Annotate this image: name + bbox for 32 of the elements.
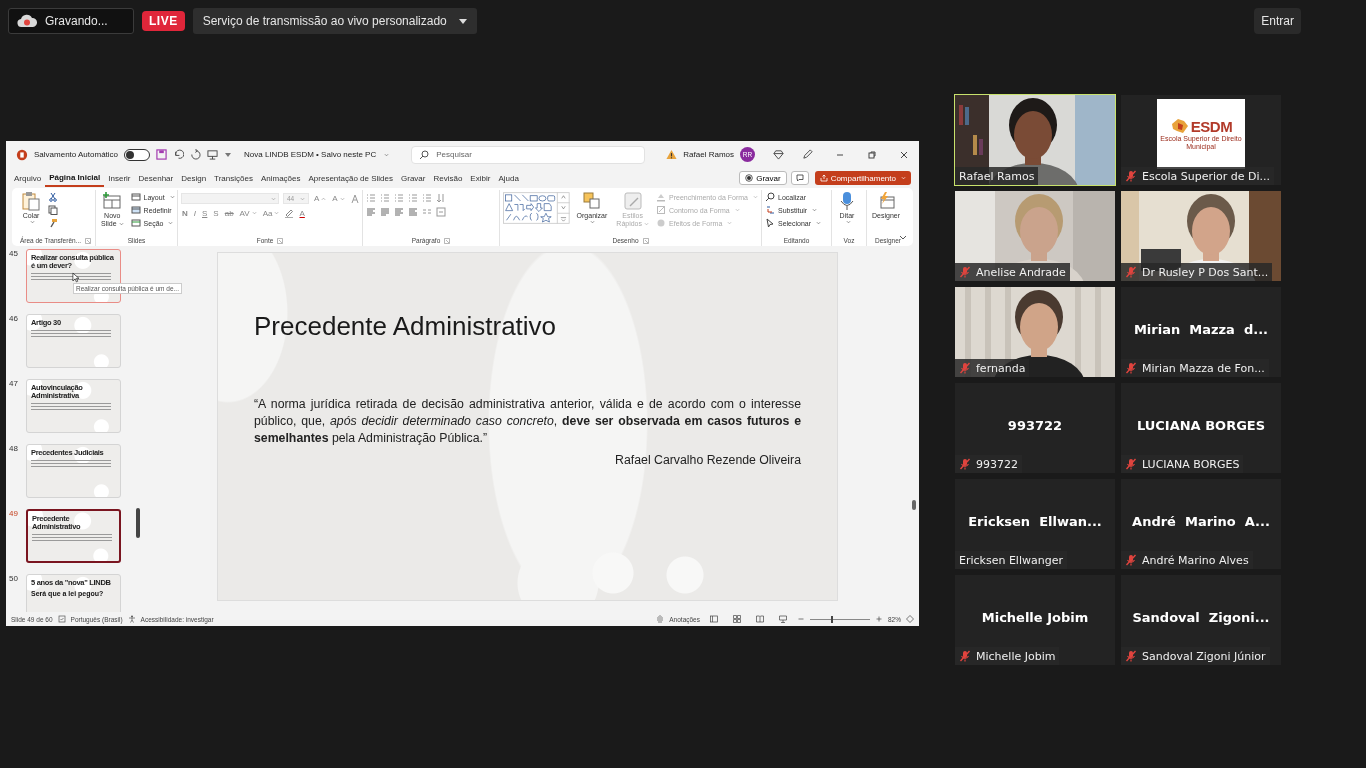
- slide-number: 49: [9, 509, 19, 520]
- quote-author: Rafael Carvalho Rezende Oliveira: [614, 453, 801, 467]
- participant-name: Ericksen Ellwanger: [959, 553, 1063, 567]
- participant-name: André Marino Alves: [1142, 553, 1249, 567]
- slide-title: Precedente Administrativo: [254, 311, 558, 342]
- participant-display-name: 993722: [1007, 417, 1063, 433]
- participant-display-name: Sandoval Zigoni...: [1132, 609, 1270, 625]
- participant-display-name: Michelle Jobim: [981, 609, 1089, 625]
- slide-number: 50: [9, 574, 19, 585]
- autosave-label: Salvamento Automático: [34, 150, 119, 159]
- participant-display-name: André Marino A...: [1132, 513, 1270, 529]
- slide-number: 45: [9, 249, 19, 260]
- slide-number: 47: [9, 379, 19, 390]
- participant-display-name: LUCIANA BORGES: [1136, 417, 1266, 433]
- participant-name: Dr Rusley P Dos Sant...: [1142, 265, 1269, 279]
- participant-display-name: Mirian Mazza d...: [1133, 321, 1269, 337]
- participant-name: Escola Superior de Di...: [1142, 169, 1271, 183]
- participant-name: Mirian Mazza de Fon...: [1142, 361, 1265, 375]
- logo-text: ESDM: [1190, 117, 1233, 135]
- participant-display-name: Ericksen Ellwan...: [968, 513, 1102, 529]
- participant-name: Michelle Jobim: [976, 649, 1056, 663]
- participant-name: LUCIANA BORGES: [1142, 457, 1240, 471]
- slide-quote: “A norma jurídica retirada de decisão administrativa anterior, válida e de acordo com o interesse público, que, após decidir determinado caso concreto, deve ser observada em casos futuros e semelhantes pela Administração Pública.”: [254, 396, 801, 447]
- participant-name: fernanda: [976, 361, 1026, 375]
- participant-name: Anelise Andrade: [976, 265, 1066, 279]
- live-badge: LIVE: [142, 11, 185, 31]
- slide-number: 46: [9, 314, 19, 325]
- participant-name: 993722: [976, 457, 1018, 471]
- recording-status: Gravando...: [45, 14, 108, 28]
- participant-name: Sandoval Zigoni Júnior: [1142, 649, 1266, 663]
- participant-name: Rafael Ramos: [959, 169, 1035, 183]
- slide-number: 48: [9, 444, 19, 455]
